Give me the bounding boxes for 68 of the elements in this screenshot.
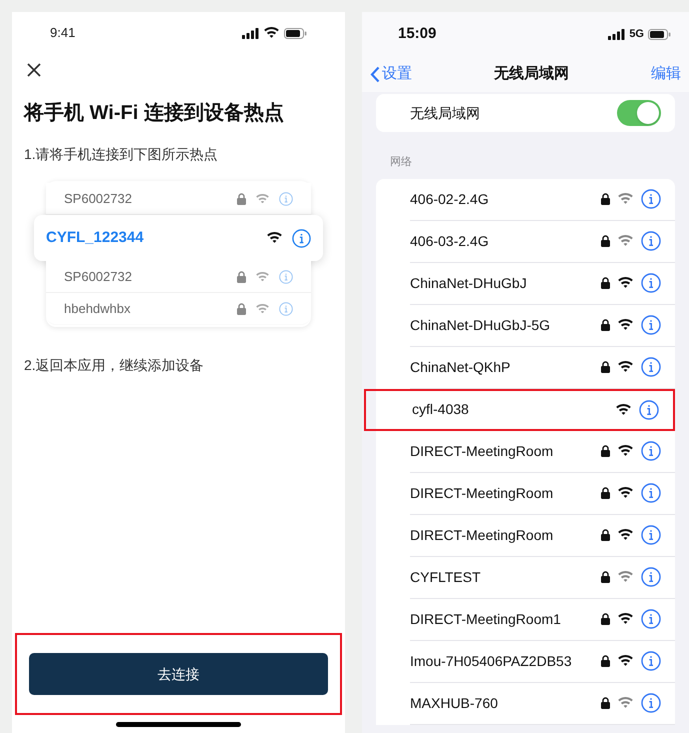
- hotspot-name: SP6002732: [64, 268, 133, 286]
- info-icon[interactable]: [641, 525, 661, 545]
- info-icon[interactable]: [292, 228, 311, 248]
- info-icon[interactable]: [641, 567, 661, 587]
- network-name: Imou-7H05406PAZ2DB53: [410, 652, 573, 670]
- info-icon[interactable]: [641, 231, 661, 251]
- back-button[interactable]: 设置: [370, 62, 412, 86]
- wifi-icon: [264, 27, 279, 39]
- nav-title: 无线局域网: [492, 64, 570, 84]
- network-name: DIRECT-MeetingRoom: [410, 442, 554, 461]
- network-name: DIRECT-MeetingRoom: [410, 484, 554, 503]
- network-name: MAXHUB-760: [410, 694, 499, 712]
- network-item[interactable]: ChinaNet-DHuGbJ: [410, 262, 675, 304]
- info-icon[interactable]: [641, 273, 661, 293]
- hotspot-name: hbehdwhbx: [64, 300, 132, 318]
- wifi-switch[interactable]: [617, 100, 661, 126]
- network-item[interactable]: ChinaNet-QKhP: [410, 346, 675, 388]
- close-icon[interactable]: [26, 62, 42, 78]
- network-name: DIRECT-MeetingRoom1: [410, 610, 562, 629]
- wifi-label: 无线局域网: [410, 104, 481, 122]
- network-item[interactable]: ChinaNet-DHuGbJ-5G: [410, 304, 675, 346]
- network-type: 5G: [629, 26, 644, 42]
- network-item[interactable]: DIRECT-MeetingRoom1: [410, 598, 675, 640]
- network-name: 406-03-2.4G: [410, 232, 490, 250]
- network-item[interactable]: DIRECT-MeetingRoom: [410, 472, 675, 514]
- network-name: ChinaNet-DHuGbJ: [410, 274, 528, 292]
- battery-icon: [284, 28, 307, 38]
- status-time: 15:09: [398, 24, 436, 44]
- info-icon[interactable]: [641, 483, 661, 503]
- info-icon[interactable]: [641, 441, 661, 461]
- info-icon[interactable]: [641, 651, 661, 671]
- wifi-icon: [256, 194, 269, 204]
- wifi-icon: [256, 304, 269, 314]
- battery-icon: [648, 28, 671, 40]
- step-text: 1.请将手机连接到下图所示热点: [23, 145, 219, 164]
- network-item[interactable]: cyfl-4038: [364, 388, 675, 430]
- network-item[interactable]: MAXHUB-760: [410, 682, 675, 724]
- network-item[interactable]: 406-03-2.4G: [410, 220, 675, 262]
- info-icon[interactable]: [641, 189, 661, 209]
- info-icon[interactable]: [641, 357, 661, 377]
- info-icon[interactable]: [641, 609, 661, 629]
- network-name: 406-02-2.4G: [410, 190, 490, 208]
- network-item[interactable]: DIRECT-MeetingRoom: [410, 430, 675, 472]
- chevron-left-icon: [370, 66, 380, 82]
- hotspot-name: SP6002732: [64, 190, 133, 208]
- signal-icon: [242, 28, 259, 38]
- network-item[interactable]: Imou-7H05406PAZ2DB53: [410, 640, 675, 682]
- step-text: 2.返回本应用，继续添加设备: [23, 356, 205, 375]
- network-item[interactable]: 406-02-2.4G: [410, 178, 675, 220]
- page-title: 将手机 Wi-Fi 连接到设备热点: [22, 100, 285, 126]
- wifi-icon: [256, 272, 269, 282]
- section-label: 网络: [390, 155, 413, 170]
- info-icon[interactable]: [641, 693, 661, 713]
- network-name: ChinaNet-QKhP: [410, 358, 512, 377]
- edit-button[interactable]: 编辑: [651, 62, 681, 86]
- wifi-icon: [267, 232, 282, 244]
- info-icon[interactable]: [641, 315, 661, 335]
- connect-button[interactable]: 去连接: [29, 653, 328, 695]
- status-time: 9:41: [50, 24, 76, 42]
- network-name: cyfl-4038: [412, 400, 470, 419]
- signal-icon: [608, 28, 626, 40]
- network-name: ChinaNet-DHuGbJ-5G: [410, 316, 552, 334]
- network-name: DIRECT-MeetingRoom: [410, 526, 554, 545]
- network-item[interactable]: CYFLTEST: [410, 556, 675, 598]
- info-icon[interactable]: [639, 400, 659, 420]
- network-name: CYFLTEST: [410, 568, 482, 586]
- hotspot-name: CYFL_122344: [46, 228, 145, 248]
- network-item[interactable]: DIRECT-MeetingRoom: [410, 514, 675, 556]
